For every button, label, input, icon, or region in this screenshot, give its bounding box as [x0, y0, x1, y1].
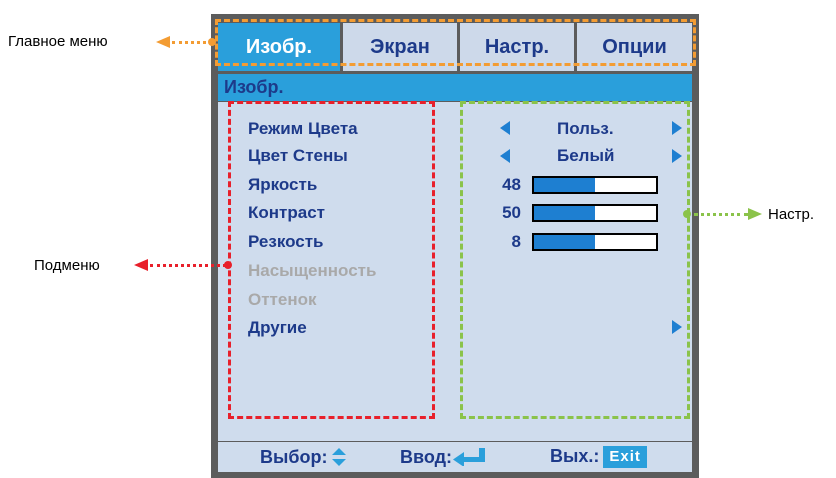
- enter-return-icon: [453, 448, 485, 466]
- settings-anchor-dot: [683, 210, 691, 218]
- submenu-label: Подменю: [34, 257, 100, 274]
- exit-key[interactable]: Exit: [603, 446, 647, 469]
- arrow-left-icon: [156, 36, 170, 48]
- arrow-left-icon: [134, 259, 148, 271]
- arrow-right-icon: [748, 208, 762, 220]
- footer-exit-group: Вых.: Exit: [550, 446, 647, 469]
- submenu-anchor-dot: [224, 261, 232, 269]
- submenu-leader: [150, 264, 226, 267]
- footer-exit-label: Вых.:: [550, 446, 600, 466]
- settings-label: Настр.: [768, 206, 815, 223]
- main-menu-leader: [172, 41, 212, 44]
- settings-highlight: [460, 101, 690, 419]
- up-down-arrows-icon: [332, 448, 346, 466]
- section-title: Изобр.: [218, 74, 692, 101]
- submenu-highlight: [228, 101, 435, 419]
- footer-bar: Выбор: Ввод: Вых.: Exit: [218, 442, 692, 472]
- footer-select-label: Выбор:: [260, 447, 328, 467]
- main-menu-highlight: [215, 19, 696, 66]
- main-menu-label: Главное меню: [8, 33, 108, 50]
- settings-leader: [694, 213, 748, 216]
- footer-enter-label: Ввод:: [400, 447, 453, 467]
- main-menu-anchor-dot: [208, 38, 216, 46]
